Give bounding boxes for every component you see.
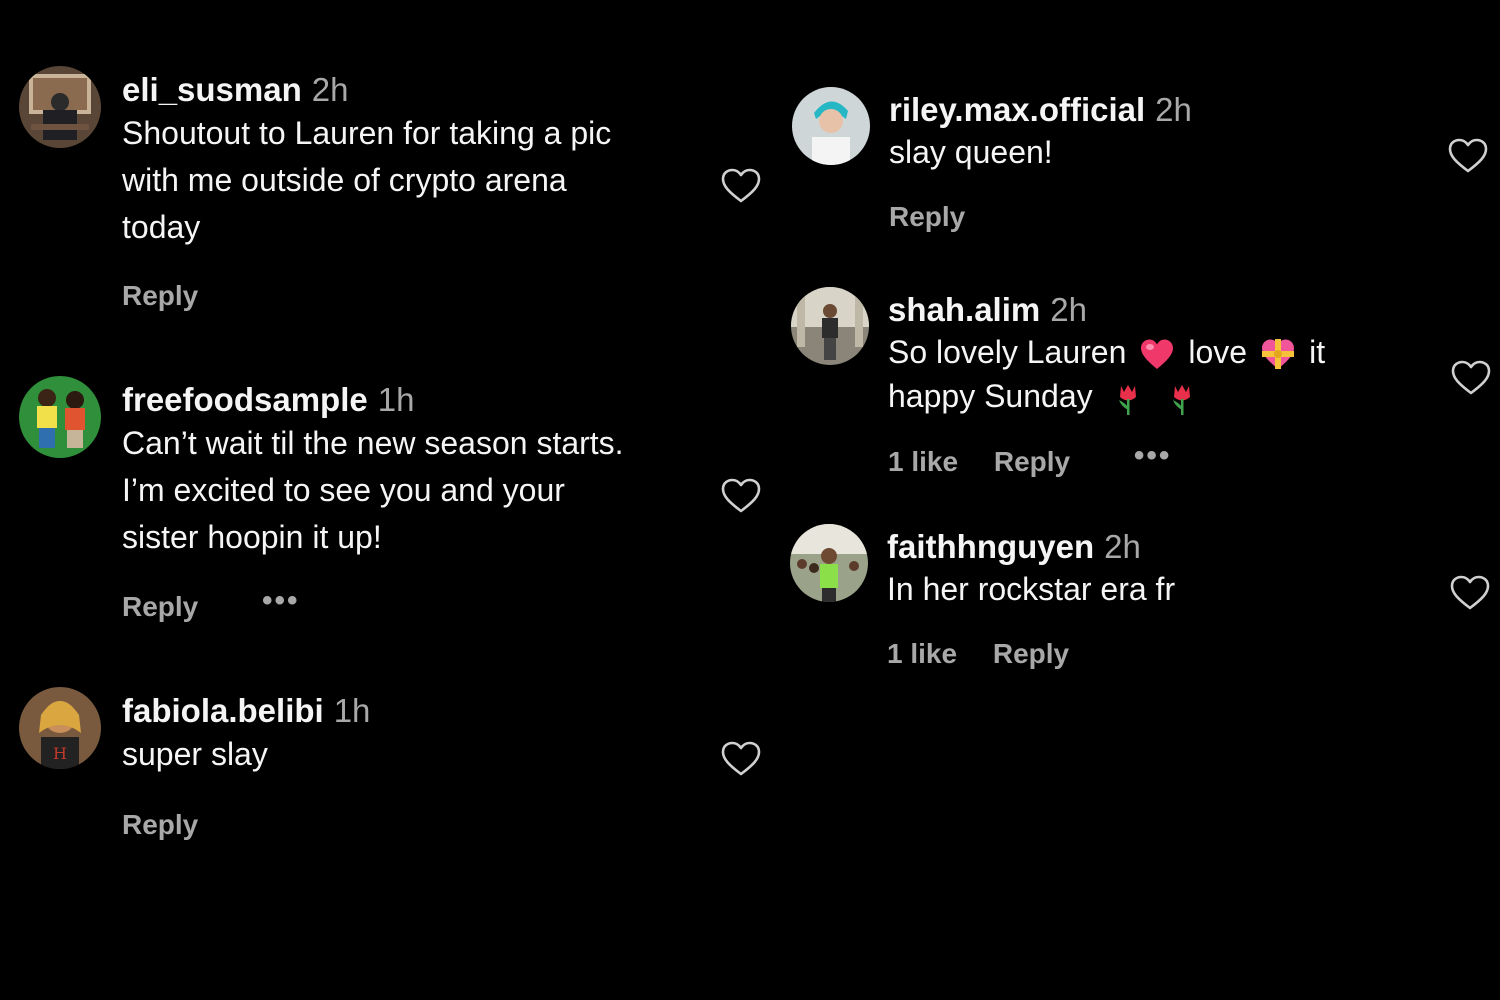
comment-text-line: So lovely Lauren love it	[888, 330, 1325, 374]
comment-body: shah.alim 2h So lovely Lauren love it happy…	[888, 290, 1325, 418]
comment-text-line: sister hoopin it up!	[122, 519, 382, 555]
avatar[interactable]	[792, 87, 870, 165]
reply-button[interactable]: Reply	[122, 591, 198, 623]
tulip-emoji	[1111, 382, 1145, 416]
heart-outline-icon[interactable]	[721, 478, 761, 514]
comment-actions: 1 like Reply	[887, 638, 1069, 670]
heart-outline-icon[interactable]	[1451, 360, 1491, 396]
timestamp: 2h	[1050, 291, 1087, 328]
like-count[interactable]: 1 like	[887, 638, 957, 670]
comment-header: fabiola.belibi 1h	[122, 691, 370, 731]
reply-button[interactable]: Reply	[122, 809, 198, 841]
avatar[interactable]: H	[19, 687, 101, 769]
comment-actions: Reply •••	[122, 584, 300, 624]
comment-header: riley.max.official 2h	[889, 90, 1192, 130]
timestamp: 2h	[1155, 91, 1192, 128]
comment-body: freefoodsample 1h Can’t wait til the new …	[122, 380, 624, 561]
reply-button[interactable]: Reply	[122, 280, 198, 312]
comment-text-line: with me outside of crypto arena	[122, 162, 567, 198]
text-segment: So lovely Lauren	[888, 334, 1127, 370]
heart-outline-icon[interactable]	[1450, 575, 1490, 611]
avatar[interactable]	[19, 376, 101, 458]
more-options-icon[interactable]: •••	[1134, 439, 1172, 473]
comment-text-line: Can’t wait til the new season starts.	[122, 425, 624, 461]
username[interactable]: freefoodsample	[122, 381, 368, 418]
reply-button[interactable]: Reply	[889, 201, 965, 233]
tulip-emoji	[1165, 382, 1199, 416]
text-segment: it	[1309, 334, 1326, 370]
comment-text-line: happy Sunday	[888, 374, 1325, 418]
comment-text-line: super slay	[122, 736, 268, 772]
comment-actions: 1 like Reply •••	[888, 439, 1171, 479]
comment-header: freefoodsample 1h	[122, 380, 624, 420]
comment-text-line: slay queen!	[889, 134, 1053, 170]
comment-header: eli_susman 2h	[122, 70, 611, 110]
comment-header: shah.alim 2h	[888, 290, 1325, 330]
username[interactable]: eli_susman	[122, 71, 302, 108]
username[interactable]: shah.alim	[888, 291, 1040, 328]
reply-button[interactable]: Reply	[993, 638, 1069, 670]
timestamp: 2h	[311, 71, 349, 108]
comment-body: riley.max.official 2h slay queen!	[889, 90, 1192, 174]
reply-button[interactable]: Reply	[994, 446, 1070, 478]
heart-outline-icon[interactable]	[1448, 138, 1488, 174]
comment-actions: Reply	[889, 201, 965, 233]
avatar[interactable]	[790, 524, 868, 602]
avatar[interactable]	[19, 66, 101, 148]
comment-text-line: Shoutout to Lauren for taking a pic	[122, 115, 612, 151]
timestamp: 2h	[1104, 528, 1141, 565]
comment-text-line: In her rockstar era fr	[887, 571, 1176, 607]
username[interactable]: fabiola.belibi	[122, 692, 324, 729]
comment-body: fabiola.belibi 1h super slay	[122, 691, 370, 778]
comment-actions: Reply	[122, 809, 198, 841]
timestamp: 1h	[377, 381, 415, 418]
username[interactable]: riley.max.official	[889, 91, 1145, 128]
more-options-icon[interactable]: •••	[262, 584, 300, 618]
comment-text-line: today	[122, 209, 201, 245]
heart-outline-icon[interactable]	[721, 168, 761, 204]
heart-outline-icon[interactable]	[721, 741, 761, 777]
text-segment: happy Sunday	[888, 378, 1093, 414]
like-count[interactable]: 1 like	[888, 446, 958, 478]
comment-text-line: I’m excited to see you and your	[122, 472, 565, 508]
comment-body: faithhnguyen 2h In her rockstar era fr	[887, 527, 1175, 611]
comment-header: faithhnguyen 2h	[887, 527, 1175, 567]
comment-actions: Reply	[122, 280, 198, 312]
timestamp: 1h	[333, 692, 371, 729]
red-heart-emoji	[1140, 338, 1174, 372]
username[interactable]: faithhnguyen	[887, 528, 1094, 565]
svg-text:H: H	[53, 744, 67, 763]
comment-body: eli_susman 2h Shoutout to Lauren for taki…	[122, 70, 611, 251]
avatar[interactable]	[791, 287, 869, 365]
heart-with-ribbon-emoji	[1261, 338, 1295, 372]
text-segment: love	[1188, 334, 1248, 370]
